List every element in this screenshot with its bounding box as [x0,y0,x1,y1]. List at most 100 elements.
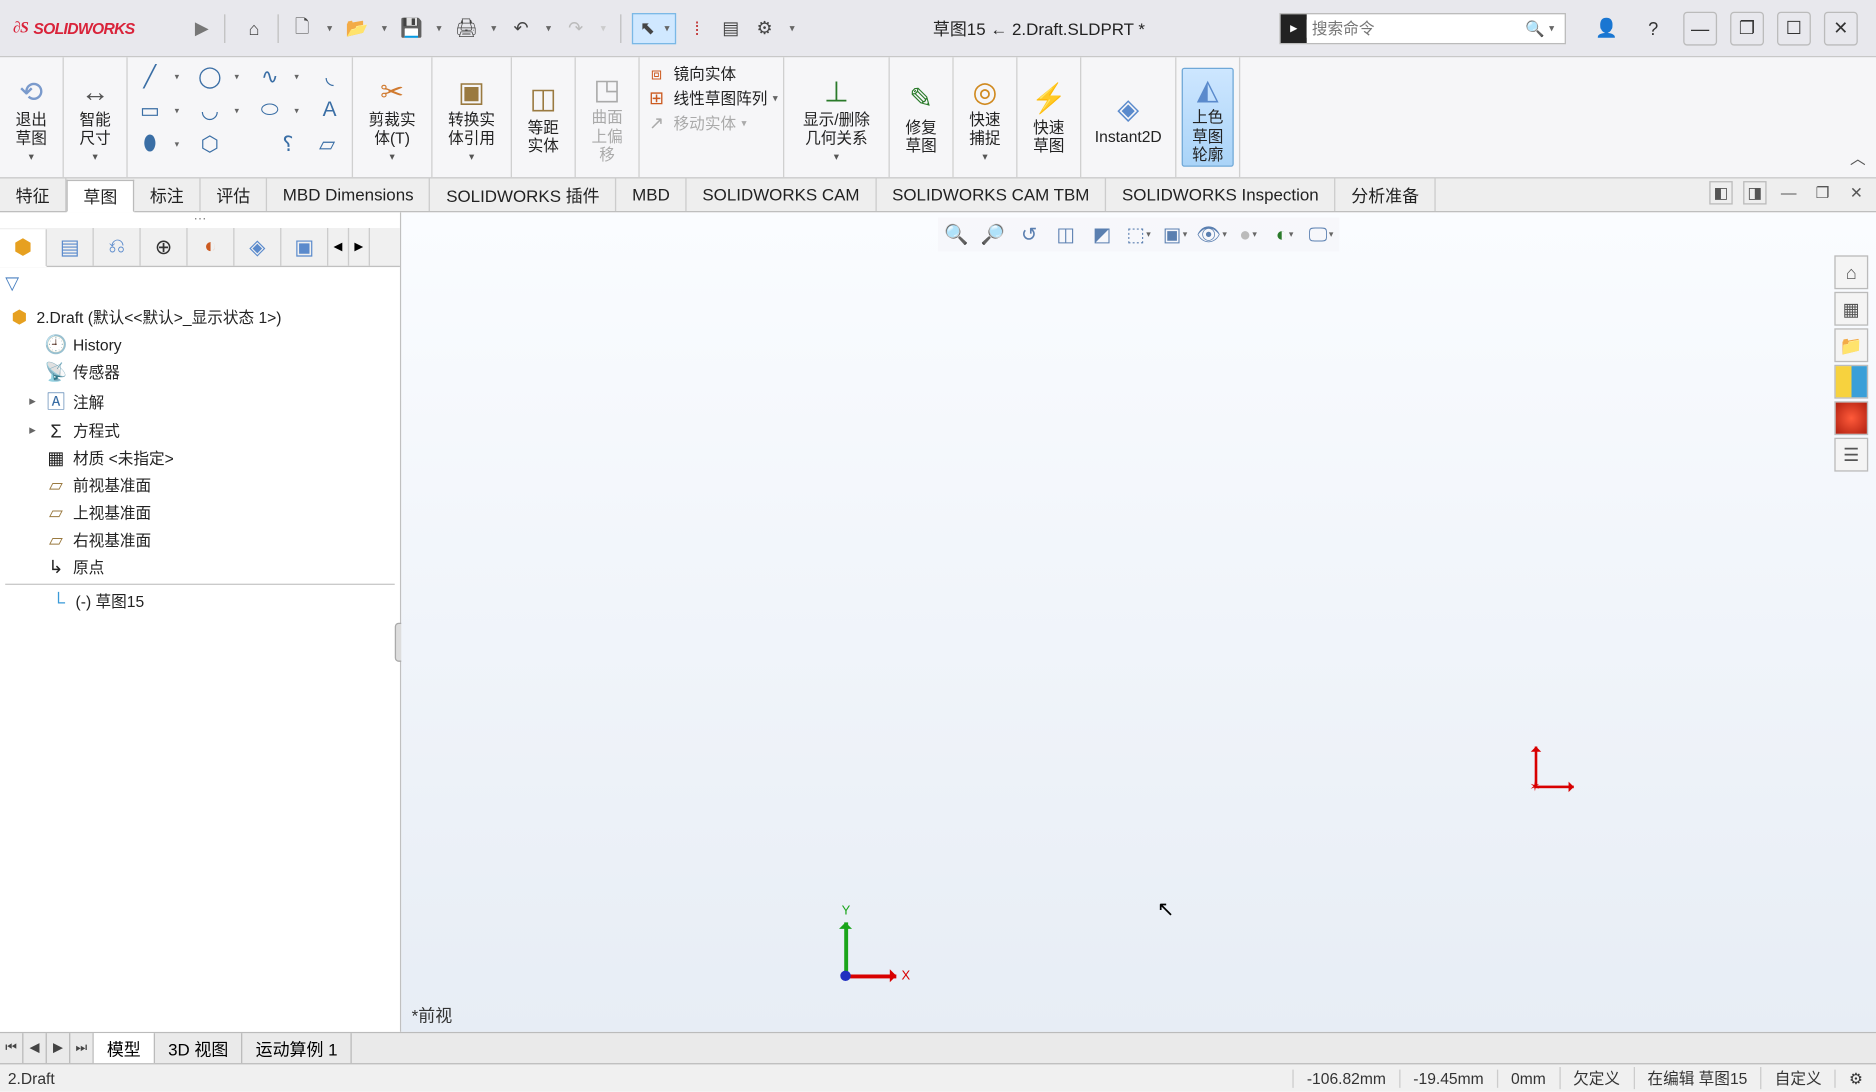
show-delete-relations-button[interactable]: ⊥显示/删除 几何关系▾ [790,71,884,163]
ribbon-collapse-icon[interactable]: ︿ [1850,147,1866,169]
minimize-button[interactable]: — [1683,11,1717,45]
hide-show-icon[interactable]: 👁▾ [1196,220,1227,249]
taskpane-view-icon[interactable] [1834,365,1868,399]
plane-tool[interactable]: ▱ [313,130,342,159]
circle-tool[interactable]: ◯ [195,63,224,92]
bt-next-icon[interactable]: ▶ [47,1033,70,1063]
appearance-icon[interactable]: ●▾ [1232,220,1263,249]
bt-first-icon[interactable]: ⏮ [0,1033,23,1063]
fp-tab-property[interactable]: ▤ [47,228,94,266]
graphics-viewport[interactable]: 🔍 🔎 ↺ ◫ ◩ ⬚▾ ▣▾ 👁▾ ●▾ ◐▾ 🖵▾ ✶ Y X *前视 ↖ [401,212,1876,1031]
bt-tab-3dview[interactable]: 3D 视图 [155,1033,243,1063]
panel-pin-icon[interactable]: ⋯ [0,212,400,228]
view-orientation-icon[interactable]: ⬚▾ [1123,220,1154,249]
search-box[interactable]: ▸ 🔍 ▾ [1279,12,1566,43]
taskpane-appearance-icon[interactable] [1834,401,1868,435]
sketch-fillet-tool[interactable]: ◟ [315,63,344,92]
cm-tab-annotate[interactable]: 标注 [134,178,200,211]
fp-tab-appearance[interactable]: ◐ [188,228,235,266]
tree-history[interactable]: 🕘History [5,331,395,358]
rectangle-tool[interactable]: ▭ [135,96,164,125]
run-macro-icon[interactable]: ▶ [182,17,221,39]
tree-root[interactable]: ⬢2.Draft (默认<<默认>_显示状态 1>) [5,304,395,331]
convert-entities-button[interactable]: ▣转换实 体引用▾ [438,71,506,163]
text-tool[interactable]: A [315,96,344,125]
open-dropdown[interactable]: ▾ [378,15,391,41]
taskpane-home-icon[interactable]: ⌂ [1834,255,1868,289]
cm-tab-evaluate[interactable]: 评估 [201,178,267,211]
cm-tab-features[interactable]: 特征 [0,178,66,211]
cm-tab-mbd[interactable]: MBD [617,178,687,211]
tree-filter[interactable]: ▽ [0,267,400,298]
print-icon[interactable]: 🖨 [453,15,479,41]
offset-entities-button[interactable]: ◫等距 实体 [517,79,569,156]
doc-minimize-icon[interactable]: — [1777,181,1800,204]
arc-tool[interactable]: ◡ [195,96,224,125]
restore-button[interactable]: ❐ [1730,11,1764,45]
close-button[interactable]: ✕ [1824,11,1858,45]
doc-prev-icon[interactable]: ◧ [1709,181,1732,204]
cm-tab-inspection[interactable]: SOLIDWORKS Inspection [1106,178,1335,211]
polygon-tool[interactable]: ⬡ [195,130,224,159]
quick-snap-button[interactable]: ◎快速 捕捉▾ [959,71,1011,163]
undo-dropdown[interactable]: ▾ [542,15,555,41]
bt-last-icon[interactable]: ⏭ [70,1033,93,1063]
bt-tab-model[interactable]: 模型 [94,1033,155,1063]
scene-icon[interactable]: ◐▾ [1269,220,1300,249]
zoom-fit-icon[interactable]: 🔍 [941,220,972,249]
tree-front-plane[interactable]: ▱前视基准面 [5,472,395,499]
doc-close-icon[interactable]: ✕ [1845,181,1868,204]
dynamic-view-icon[interactable]: ◩ [1087,220,1118,249]
fp-tab-tree[interactable]: ⬢ [0,229,47,267]
cm-tab-cam[interactable]: SOLIDWORKS CAM [687,178,877,211]
status-custom[interactable]: 自定义 [1760,1067,1834,1089]
fp-tab-display[interactable]: ◈ [235,228,282,266]
redo-icon[interactable]: ↷ [563,15,589,41]
tree-sensors[interactable]: 📡传感器 [5,358,395,385]
tree-sketch15[interactable]: └(-) 草图15 [5,588,395,615]
open-icon[interactable]: 📂 [344,15,370,41]
tree-annotations[interactable]: ▸🄰注解 [5,386,395,417]
home-icon[interactable]: ⌂ [241,15,267,41]
options-panel-icon[interactable]: ▤ [718,15,744,41]
save-icon[interactable]: 💾 [399,15,425,41]
section-view-icon[interactable]: ◫ [1050,220,1081,249]
tree-top-plane[interactable]: ▱上视基准面 [5,499,395,526]
previous-view-icon[interactable]: ↺ [1014,220,1045,249]
mirror-button[interactable]: ⧈镜向实体 [645,63,736,85]
new-icon[interactable]: 🗋 [289,15,315,41]
line-tool[interactable]: ╱ [135,63,164,92]
status-settings-icon[interactable]: ⚙ [1835,1069,1876,1087]
spline-tool[interactable]: ∿ [255,63,284,92]
linear-pattern-button[interactable]: ⊞线性草图阵列▾ [645,87,778,109]
taskpane-library-icon[interactable]: ▦ [1834,292,1868,326]
tree-right-plane[interactable]: ▱右视基准面 [5,526,395,553]
tree-material[interactable]: ▦材质 <未指定> [5,444,395,471]
new-dropdown[interactable]: ▾ [323,15,336,41]
point-tool[interactable]: ⸮ [274,130,303,159]
ellipse-tool[interactable]: ⬭ [255,96,284,125]
help-icon[interactable]: ? [1636,11,1670,45]
trim-button[interactable]: ✂剪裁实 体(T)▾ [358,71,426,163]
slot-tool[interactable]: ⬮ [135,130,164,159]
cm-tab-sketch[interactable]: 草图 [66,180,134,213]
fp-tab-config[interactable]: ⎌ [94,228,141,266]
cm-tab-cam-tbm[interactable]: SOLIDWORKS CAM TBM [876,178,1106,211]
traffic-light-icon[interactable]: ⁞ [684,15,710,41]
cm-tab-mbd-dimensions[interactable]: MBD Dimensions [267,178,430,211]
zoom-area-icon[interactable]: 🔎 [977,220,1008,249]
display-style-icon[interactable]: ▣▾ [1159,220,1190,249]
settings-dropdown[interactable]: ▾ [786,15,799,41]
fp-tab-dim[interactable]: ⊕ [141,228,188,266]
fp-tab-scroll-right[interactable]: ▶ [349,228,370,266]
repair-sketch-button[interactable]: ✎修复 草图 [895,79,947,156]
smart-dimension-button[interactable]: ↔智能 尺寸▾ [69,71,121,163]
search-icon[interactable]: 🔍 [1520,19,1549,37]
doc-restore-icon[interactable]: ❐ [1811,181,1834,204]
user-icon[interactable]: 👤 [1589,11,1623,45]
print-dropdown[interactable]: ▾ [487,15,500,41]
undo-icon[interactable]: ↶ [508,15,534,41]
select-tool[interactable]: ⬉▾ [632,12,676,43]
search-dropdown[interactable]: ▾ [1549,22,1565,34]
shade-sketch-button[interactable]: ◭上色 草图 轮廓 [1182,68,1234,166]
